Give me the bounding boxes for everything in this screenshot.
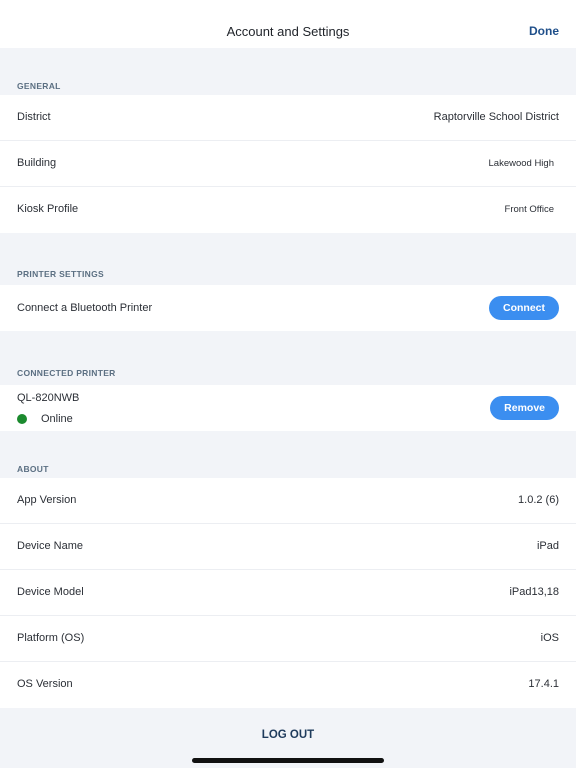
- home-indicator[interactable]: [192, 758, 384, 763]
- row-device-model: Device Model iPad13,18: [0, 570, 576, 616]
- device-model-value: iPad13,18: [509, 586, 559, 598]
- connect-printer-label: Connect a Bluetooth Printer: [17, 302, 153, 314]
- row-device-name: Device Name iPad: [0, 524, 576, 570]
- page-title: Account and Settings: [226, 24, 350, 39]
- connect-button[interactable]: Connect: [489, 296, 559, 320]
- building-label: Building: [17, 157, 57, 169]
- district-label: District: [17, 111, 51, 123]
- remove-button[interactable]: Remove: [490, 396, 559, 420]
- platform-label: Platform (OS): [17, 632, 85, 644]
- device-name-value: iPad: [536, 540, 559, 552]
- section-header-general: GENERAL: [17, 81, 61, 91]
- section-header-connected-printer: CONNECTED PRINTER: [17, 368, 116, 378]
- online-status-icon: [17, 414, 27, 424]
- row-district[interactable]: District Raptorville School District: [0, 95, 576, 141]
- district-value: Raptorville School District: [433, 111, 559, 123]
- kiosk-profile-label: Kiosk Profile: [17, 203, 79, 215]
- section-header-about: ABOUT: [17, 464, 49, 474]
- row-app-version: App Version 1.0.2 (6): [0, 478, 576, 524]
- printer-status: Online: [41, 413, 73, 425]
- building-value: Lakewood High: [488, 158, 555, 169]
- row-platform: Platform (OS) iOS: [0, 616, 576, 662]
- kiosk-profile-value: Front Office: [504, 204, 554, 215]
- printer-name: QL-820NWB: [17, 392, 80, 404]
- row-connect-printer: Connect a Bluetooth Printer Connect: [0, 285, 576, 331]
- device-name-label: Device Name: [17, 540, 84, 552]
- done-button[interactable]: Done: [529, 24, 559, 38]
- device-model-label: Device Model: [17, 586, 84, 598]
- log-out-button[interactable]: LOG OUT: [0, 715, 576, 755]
- os-version-value: 17.4.1: [528, 678, 559, 690]
- row-building[interactable]: Building Lakewood High: [0, 141, 576, 187]
- os-version-label: OS Version: [17, 678, 73, 690]
- row-kiosk-profile[interactable]: Kiosk Profile Front Office: [0, 187, 576, 233]
- settings-screen: Account and Settings Done GENERAL Distri…: [0, 0, 576, 768]
- row-os-version: OS Version 17.4.1: [0, 662, 576, 708]
- section-header-printer-settings: PRINTER SETTINGS: [17, 269, 104, 279]
- app-version-label: App Version: [17, 494, 77, 506]
- platform-value: iOS: [540, 632, 559, 644]
- app-version-value: 1.0.2 (6): [518, 494, 559, 506]
- navigation-bar: Account and Settings Done: [0, 0, 576, 48]
- row-connected-printer: QL-820NWB Online Remove: [0, 385, 576, 431]
